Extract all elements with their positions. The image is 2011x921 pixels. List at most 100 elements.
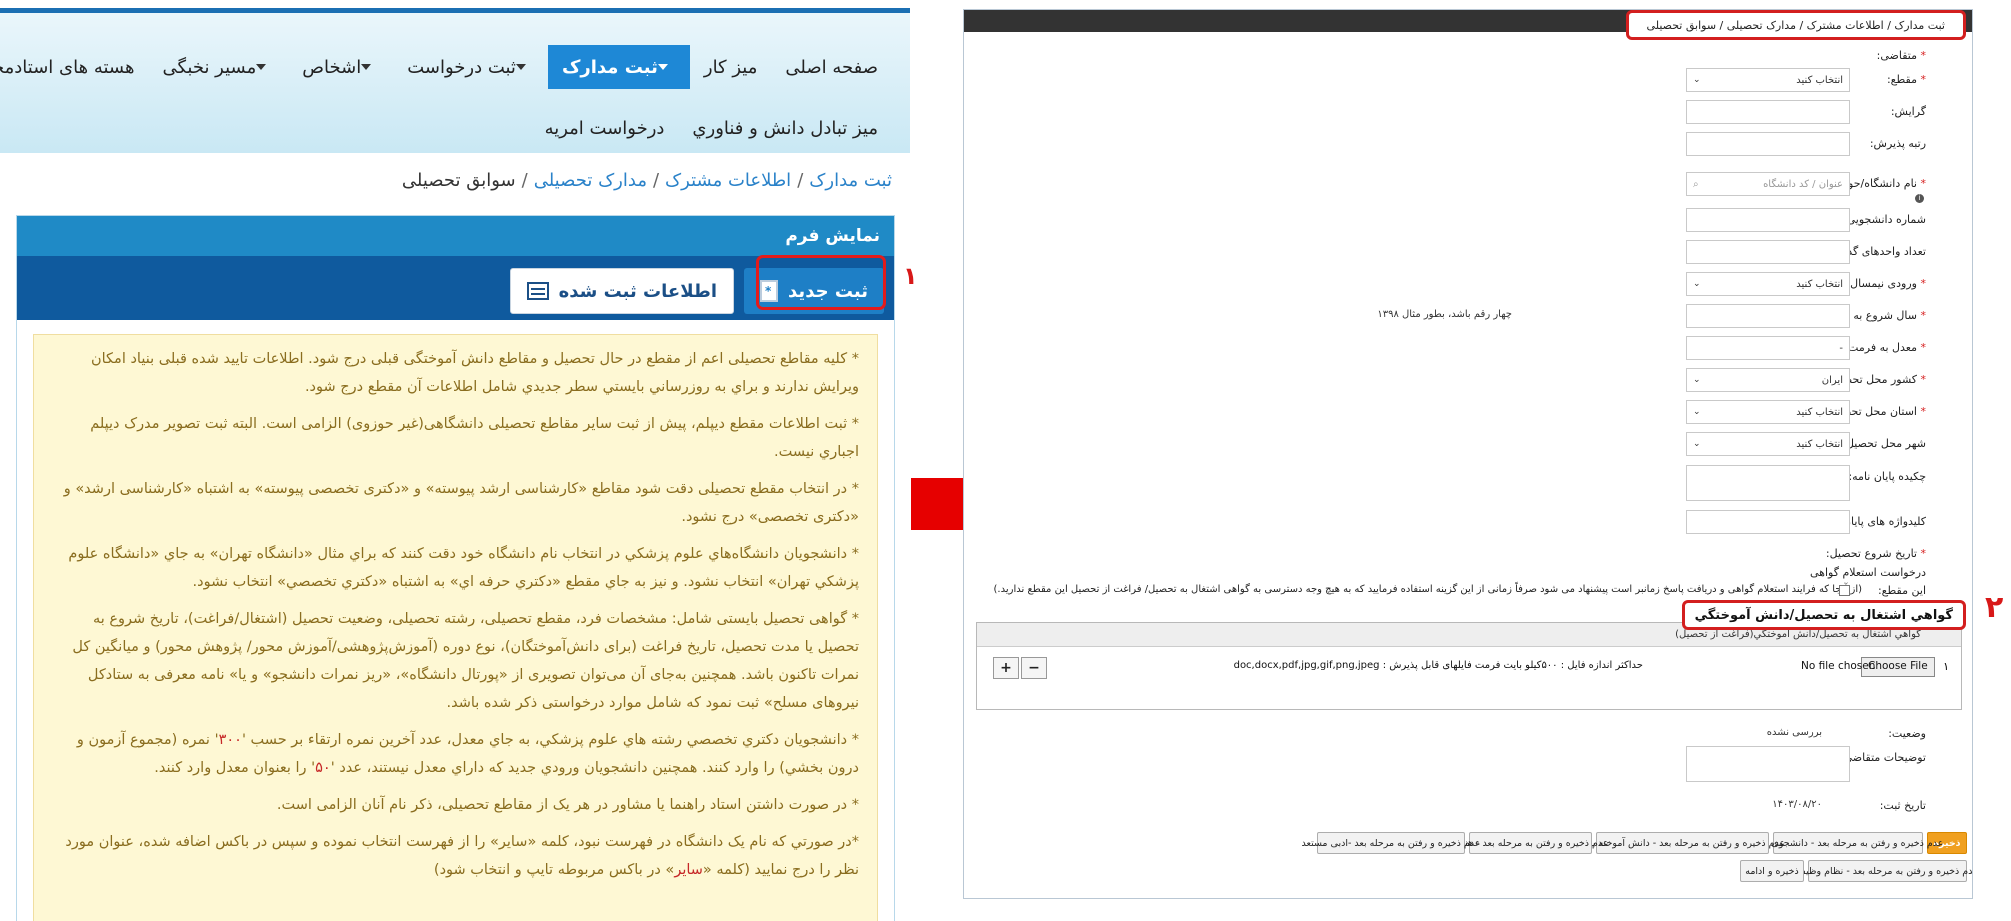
field-passed-units: تعداد واحدهای گذرانده:	[964, 240, 1972, 266]
chevron-down-icon: ⌄	[1693, 375, 1701, 385]
file-rules-text: حداکثر اندازه فایل : ۵۰۰کیلو بایت فرمت ف…	[1233, 660, 1643, 671]
row-number: ۱	[1943, 660, 1949, 673]
required-marker: *	[1917, 49, 1926, 62]
field-orientation: گرایش:	[964, 100, 1972, 126]
orientation-input[interactable]	[1686, 100, 1850, 124]
nav-desk[interactable]: میز کار	[690, 45, 771, 89]
nav-register-request[interactable]: ثبت درخواست	[393, 45, 548, 89]
nav-register-documents[interactable]: ثبت مدارک	[547, 45, 690, 89]
breadcrumb-separator: /	[797, 170, 804, 191]
required-marker: *	[1917, 547, 1926, 560]
skip-military-service-button[interactable]: عدم ذخیره و رفتن به مرحله بعد - نظام وظی…	[1796, 860, 1972, 882]
city-select[interactable]: انتخاب کنید ⌄	[1686, 432, 1850, 456]
nav-elite-path[interactable]: مسیر نخبگی	[148, 45, 288, 89]
field-label: رتبه پذیرش:	[1869, 137, 1926, 150]
nav-professor-cores-label: هسته های استادمحو	[0, 56, 135, 78]
thesis-abstract-textarea[interactable]	[1686, 465, 1850, 501]
breadcrumb-register-documents[interactable]: ثبت مدارک	[809, 170, 892, 191]
university-search-input[interactable]: عنوان / کد دانشگاه ⌕	[1686, 172, 1850, 196]
nav-service-request[interactable]: درخواست امریه	[531, 106, 679, 150]
left-screenshot: صفحه اصلی میز کار ثبت مدارک ثبت درخواست …	[0, 0, 910, 921]
nav-row-2: میز تبادل دانش و فناوري درخواست امریه	[531, 110, 892, 146]
field-thesis-abstract: چکیده پایان نامه:	[964, 465, 1972, 505]
info-icon[interactable]: i	[1915, 194, 1924, 203]
skip-literary-button[interactable]: عدم ذخیره و رفتن به مرحله بعد -ادبی مستع…	[1302, 832, 1480, 854]
note-text: * دانشجويان دکتري تخصصي رشته هاي علوم پز…	[241, 732, 859, 748]
instruction-note: * در صورت داشتن استاد راهنما یا مشاور در…	[276, 797, 859, 813]
skip-top-student-button[interactable]: عدم ذخیره و رفتن به مرحله بعد - دانشجوی …	[1753, 832, 1943, 854]
field-label-text: شهر محل تحصیل:	[1842, 437, 1926, 450]
nav-persons-label: اشخاص	[302, 56, 362, 78]
select-value: انتخاب کنید	[1796, 438, 1843, 450]
nav-home[interactable]: صفحه اصلی	[771, 45, 892, 89]
chevron-down-icon: ⌄	[1693, 439, 1701, 449]
field-thesis-keywords: کلیدواژه های پایان نامه:	[964, 510, 1972, 536]
note-highlight: سایر	[674, 862, 703, 878]
nav-register-documents-label: ثبت مدارک	[561, 56, 658, 78]
tab-registered-info[interactable]: اطلاعات ثبت شده	[509, 268, 734, 314]
file-status: No file chosen	[1801, 660, 1876, 672]
entry-semester-select[interactable]: انتخاب کنید ⌄	[1686, 272, 1850, 296]
nav-knowledge-exchange[interactable]: میز تبادل دانش و فناوري	[678, 106, 892, 150]
required-marker: *	[1917, 73, 1926, 86]
search-icon: ⌕	[1693, 178, 1699, 190]
applicant-notes-textarea[interactable]	[1686, 746, 1850, 782]
status-value: بررسی نشده	[1766, 727, 1822, 738]
field-label: * تاریخ شروع تحصیل:	[1826, 547, 1926, 560]
chevron-down-icon: ⌄	[1693, 279, 1701, 289]
breadcrumb-education-documents[interactable]: مدارک تحصیلی	[534, 170, 647, 191]
add-row-button[interactable]: +	[993, 657, 1019, 679]
gpa-input[interactable]: -	[1686, 336, 1850, 360]
breadcrumb: ثبت مدارک/اطلاعات مشترک/مدارک تحصیلی/سوا…	[402, 170, 892, 191]
nav-professor-cores[interactable]: هسته های استادمحو	[0, 45, 148, 89]
field-label: * متقاضی:	[1877, 49, 1926, 62]
register-date-value: ۱۴۰۳/۰۸/۲۰	[1772, 799, 1822, 810]
note-text: » در باکس مربوطه تایپ و انتخاب شود)	[433, 862, 675, 878]
start-year-input[interactable]	[1686, 304, 1850, 328]
field-university: * نام دانشگاه/حوزه علمیه: i عنوان / کد دا…	[964, 172, 1972, 208]
select-value: انتخاب کنید	[1796, 278, 1843, 290]
field-province: * استان محل تحصیل: انتخاب کنید ⌄	[964, 400, 1972, 426]
passed-units-input[interactable]	[1686, 240, 1850, 264]
chevron-down-icon	[515, 64, 526, 70]
right-screenshot: ثبت مدارک / اطلاعات مشترک / مدارک تحصیلی…	[963, 9, 1973, 899]
breadcrumb-shared-info[interactable]: اطلاعات مشترک	[665, 170, 791, 191]
field-start-year: * سال شروع به تحصیل: چهار رقم باشد، بطور…	[964, 304, 1972, 330]
field-student-number: شماره دانشجویی:	[964, 208, 1972, 234]
field-label: * ورودی نیمسال:	[1846, 277, 1926, 290]
certificate-section-title: گواهي اشتغال به تحصيل/دانش آموختگي	[1681, 600, 1966, 630]
annotation-step-2: ۲	[1985, 590, 2004, 625]
certificate-table: گواهي اشتغال به تحصيل/دانش آموختگي(فراغت…	[976, 622, 1962, 710]
save-and-continue-button[interactable]: ذخیره و ادامه	[1740, 860, 1804, 882]
nav-service-request-label: درخواست امریه	[544, 117, 665, 139]
instruction-note: * ثبت اطلاعات مقطع ديپلم، پیش از ثبت سای…	[90, 416, 859, 460]
field-label: گرایش:	[1890, 105, 1926, 118]
field-status: وضعیت: بررسی نشده	[964, 722, 1972, 748]
nav-persons[interactable]: اشخاص	[288, 45, 393, 89]
skip-artistic-button[interactable]: عدم ذخیره و رفتن به مرحله بعد - هنری	[1452, 832, 1609, 854]
remove-row-button[interactable]: −	[1021, 657, 1047, 679]
select-value: انتخاب کنید	[1796, 74, 1843, 86]
field-gpa: * معدل به فرمت (00.00): -	[964, 336, 1972, 362]
inquiry-checkbox[interactable]	[1839, 585, 1850, 596]
field-start-date: * تاریخ شروع تحصیل:	[964, 542, 1972, 568]
thesis-keywords-input[interactable]	[1686, 510, 1850, 534]
nav-knowledge-exchange-label: میز تبادل دانش و فناوري	[692, 117, 878, 139]
inquiry-note: (از آنجا که فرایند استعلام گواهی و دریاف…	[993, 584, 1862, 595]
field-label: شماره دانشجویی:	[1842, 213, 1926, 226]
tab-registered-info-label: اطلاعات ثبت شده	[558, 280, 717, 302]
student-number-input[interactable]	[1686, 208, 1850, 232]
action-buttons-row-2: عدم ذخیره و رفتن به مرحله بعد - نظام وظی…	[964, 860, 1972, 886]
admission-rank-input[interactable]	[1686, 132, 1850, 156]
field-label: وضعیت:	[1888, 727, 1926, 740]
field-label-text: ورودی نیمسال:	[1846, 277, 1917, 290]
country-select[interactable]: ایران ⌄	[1686, 368, 1850, 392]
instructions-box: * کلیه مقاطع تحصیلی اعم از مقطع در حال ت…	[33, 334, 878, 921]
breadcrumb: ثبت مدارک / اطلاعات مشترک / مدارک تحصیلی…	[1625, 10, 1966, 40]
field-entry-semester: * ورودی نیمسال: انتخاب کنید ⌄	[964, 272, 1972, 298]
right-header-bar: ثبت مدارک / اطلاعات مشترک / مدارک تحصیلی…	[964, 10, 1972, 40]
degree-select[interactable]: انتخاب کنید ⌄	[1686, 68, 1850, 92]
required-marker: *	[1917, 373, 1926, 386]
skip-top-graduate-button[interactable]: عدم ذخیره و رفتن به مرحله بعد - دانش آمو…	[1580, 832, 1785, 854]
province-select[interactable]: انتخاب کنید ⌄	[1686, 400, 1850, 424]
